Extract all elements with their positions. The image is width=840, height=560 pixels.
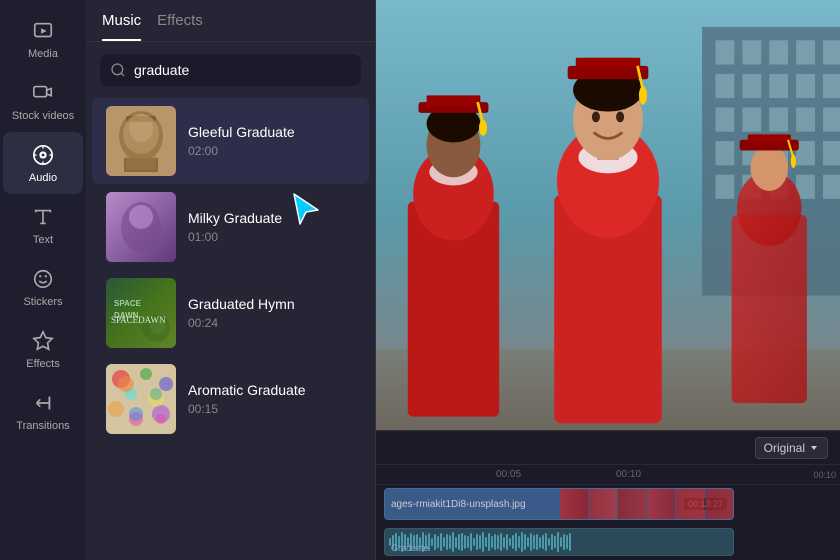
time-ruler: 00:05 00:10 00:10 xyxy=(376,465,840,485)
music-list: Gleeful Graduate 02:00 xyxy=(86,94,375,560)
sidebar: Media Stock videos Audio Text xyxy=(0,0,86,560)
quality-label: Original xyxy=(764,441,805,455)
track-info: Gleeful Graduate 02:00 xyxy=(188,124,355,158)
sidebar-item-stickers[interactable]: Stickers xyxy=(3,256,83,318)
track-thumbnail xyxy=(106,364,176,434)
video-clip[interactable]: ages-rmiakit1Di8-unsplash.jpg 00:13:27 xyxy=(384,488,734,520)
track-info: Graduated Hymn 00:24 xyxy=(188,296,355,330)
audio-waveform xyxy=(385,529,733,555)
sidebar-item-stock-videos[interactable]: Stock videos xyxy=(3,70,83,132)
audio-clip-label: Graduate xyxy=(391,543,429,553)
track-title: Milky Graduate xyxy=(188,210,355,226)
effects-icon xyxy=(30,328,56,354)
track-duration: 00:15 xyxy=(188,402,355,416)
track-duration: 02:00 xyxy=(188,144,355,158)
video-preview xyxy=(376,0,840,430)
track-thumbnail xyxy=(106,192,176,262)
audio-icon xyxy=(30,142,56,168)
list-item[interactable]: Milky Graduate 01:00 xyxy=(92,184,369,270)
track-duration: 00:24 xyxy=(188,316,355,330)
audio-clip[interactable]: Graduate xyxy=(384,528,734,556)
chevron-down-icon xyxy=(809,443,819,453)
media-icon xyxy=(30,18,56,44)
transitions-icon xyxy=(30,390,56,416)
sidebar-item-media[interactable]: Media xyxy=(3,8,83,70)
preview-frame xyxy=(376,0,840,430)
sidebar-item-transitions[interactable]: Transitions xyxy=(3,380,83,442)
track-info: Milky Graduate 01:00 xyxy=(188,210,355,244)
svg-text:DAWN: DAWN xyxy=(114,311,139,320)
timeline-area: Original 00:05 00:10 00:10 ages-rmiakit1… xyxy=(376,430,840,560)
audio-track-row: Graduate xyxy=(376,523,840,560)
timeline-toolbar: Original xyxy=(376,431,840,465)
sidebar-item-audio-label: Audio xyxy=(29,172,57,184)
video-track-row: ages-rmiakit1Di8-unsplash.jpg 00:13:27 xyxy=(376,485,840,523)
clip-thumbnail-strip xyxy=(560,489,733,519)
search-box xyxy=(100,54,361,86)
list-item[interactable]: Gleeful Graduate 02:00 xyxy=(92,98,369,184)
list-item[interactable]: Aromatic Graduate 00:15 xyxy=(92,356,369,442)
sidebar-item-text[interactable]: Text xyxy=(3,194,83,256)
search-section xyxy=(86,42,375,94)
sidebar-item-stock-videos-label: Stock videos xyxy=(12,110,74,122)
sidebar-item-audio[interactable]: Audio xyxy=(3,132,83,194)
sidebar-item-effects-label: Effects xyxy=(26,358,59,370)
tab-music[interactable]: Music xyxy=(102,12,141,41)
track-title: Aromatic Graduate xyxy=(188,382,355,398)
stock-videos-icon xyxy=(30,80,56,106)
quality-button[interactable]: Original xyxy=(755,437,828,459)
panel-tabs: Music Effects xyxy=(86,0,375,42)
track-title: Graduated Hymn xyxy=(188,296,355,312)
time-mark-2: 00:10 xyxy=(616,469,641,480)
track-thumbnail xyxy=(106,106,176,176)
graduation-scene xyxy=(376,0,840,430)
audio-panel: Music Effects Gleefu xyxy=(86,0,376,560)
sidebar-item-effects[interactable]: Effects xyxy=(3,318,83,380)
timeline-tracks: 00:05 00:10 00:10 ages-rmiakit1Di8-unspl… xyxy=(376,465,840,560)
list-item[interactable]: SPACE DAWN Graduated Hymn 00:24 xyxy=(92,270,369,356)
sidebar-item-text-label: Text xyxy=(33,234,53,246)
text-icon xyxy=(30,204,56,230)
sidebar-item-stickers-label: Stickers xyxy=(23,296,62,308)
track-title: Gleeful Graduate xyxy=(188,124,355,140)
tab-effects[interactable]: Effects xyxy=(157,12,203,41)
svg-text:SPACE: SPACE xyxy=(114,299,142,308)
time-mark-end: 00:10 xyxy=(813,470,836,480)
search-input[interactable] xyxy=(134,62,351,78)
time-mark-1: 00:05 xyxy=(496,469,521,480)
stickers-icon xyxy=(30,266,56,292)
sidebar-item-transitions-label: Transitions xyxy=(16,420,69,432)
main-content: Original 00:05 00:10 00:10 ages-rmiakit1… xyxy=(376,0,840,560)
track-info: Aromatic Graduate 00:15 xyxy=(188,382,355,416)
search-icon xyxy=(110,62,126,78)
track-duration: 01:00 xyxy=(188,230,355,244)
video-clip-label: ages-rmiakit1Di8-unsplash.jpg xyxy=(385,499,532,510)
track-thumbnail: SPACE DAWN xyxy=(106,278,176,348)
sidebar-item-media-label: Media xyxy=(28,48,58,60)
